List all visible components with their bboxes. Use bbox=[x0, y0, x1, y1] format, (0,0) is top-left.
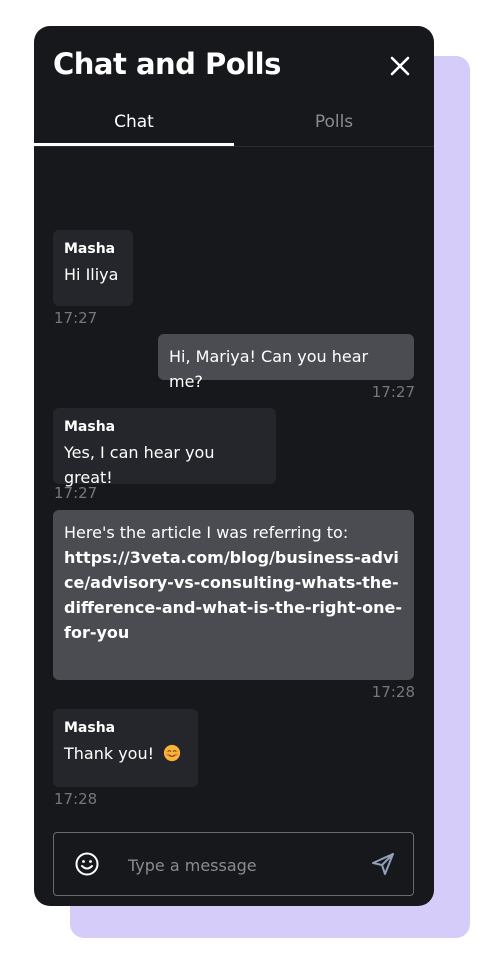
incoming-message: Masha Yes, I can hear you great! bbox=[53, 408, 276, 487]
message-time: 17:28 bbox=[371, 683, 415, 701]
smiling-face-emoji-icon bbox=[164, 744, 181, 762]
message-composer bbox=[53, 832, 414, 896]
message-time: 17:27 bbox=[54, 484, 98, 502]
message-time: 17:27 bbox=[371, 383, 415, 401]
outgoing-message: Hi, Mariya! Can you hear me? bbox=[158, 334, 414, 391]
message-time: 17:27 bbox=[54, 309, 98, 327]
article-link[interactable]: https://3veta.com/blog/business-advice/a… bbox=[64, 545, 403, 645]
emoji-button[interactable] bbox=[74, 851, 100, 877]
message-text: Yes, I can hear you great! bbox=[64, 443, 215, 487]
message-time: 17:28 bbox=[54, 790, 98, 808]
message-input[interactable] bbox=[126, 847, 360, 883]
message-text: Hi Iliya bbox=[64, 265, 119, 284]
panel-title: Chat and Polls bbox=[53, 47, 281, 81]
chat-and-polls-panel: Chat and Polls Chat Polls Masha Hi Iliya… bbox=[34, 26, 434, 906]
incoming-message: Masha Thank you! bbox=[53, 709, 198, 787]
send-icon bbox=[372, 853, 394, 875]
incoming-message: Masha Hi Iliya bbox=[53, 230, 133, 306]
message-sender: Masha bbox=[64, 241, 116, 257]
tab-chat[interactable]: Chat bbox=[34, 106, 234, 146]
message-text: Thank you! bbox=[64, 744, 155, 763]
panel-header: Chat and Polls bbox=[34, 26, 434, 106]
message-sender: Masha bbox=[64, 419, 116, 435]
message-sender: Masha bbox=[64, 720, 116, 736]
close-button[interactable] bbox=[384, 50, 416, 82]
tab-bar: Chat Polls bbox=[34, 106, 434, 147]
emoji-icon bbox=[75, 852, 99, 876]
close-icon bbox=[390, 56, 410, 76]
message-text: Here's the article I was referring to: bbox=[64, 523, 349, 542]
send-button[interactable] bbox=[370, 851, 396, 877]
outgoing-message: Here's the article I was referring to: h… bbox=[53, 510, 414, 680]
article-link-text: https://3veta.com/blog/business-advice/a… bbox=[64, 548, 402, 642]
tab-polls[interactable]: Polls bbox=[234, 106, 434, 146]
